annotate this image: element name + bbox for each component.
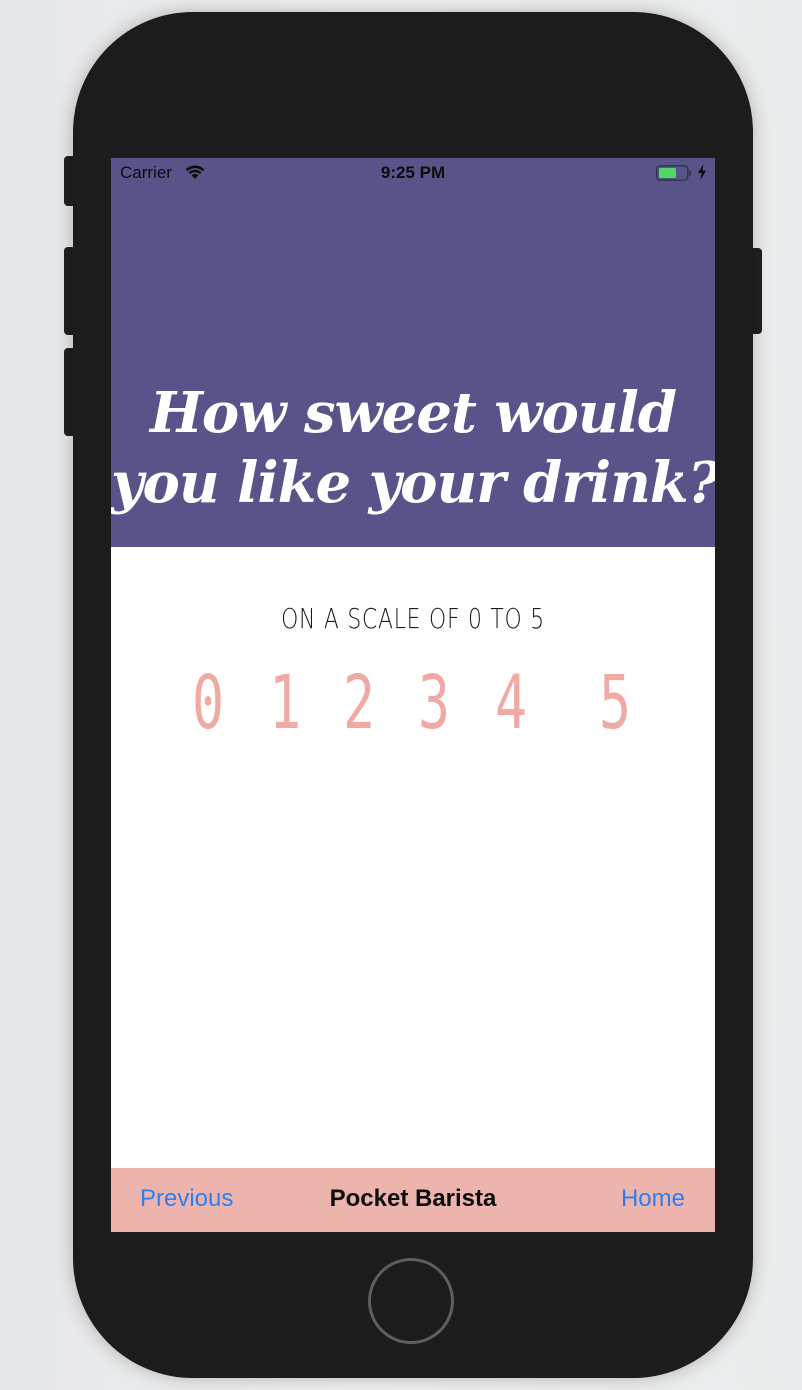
bottom-nav-bar: Previous Pocket Barista Home [111, 1168, 715, 1232]
scale-option-5[interactable]: 5 [593, 663, 636, 743]
scale-option-0[interactable]: 0 [186, 663, 229, 743]
charging-bolt-icon [698, 164, 706, 180]
scale-option-4[interactable]: 4 [489, 663, 532, 743]
device-home-button[interactable] [368, 1258, 454, 1344]
sweetness-scale: 0 1 2 3 4 5 [111, 663, 715, 743]
home-button-link[interactable]: Home [621, 1185, 685, 1213]
app-screen: Carrier 9:25 PM How sweet would you like… [111, 158, 715, 1232]
scale-option-1[interactable]: 1 [263, 663, 306, 743]
scale-caption: ON A SCALE OF 0 TO 5 [281, 602, 545, 635]
question-line-1: How sweet would [149, 380, 677, 446]
battery-icon [656, 165, 691, 181]
question-line-2: you like your drink? [111, 450, 715, 516]
scale-option-3[interactable]: 3 [412, 663, 455, 743]
question-header: Carrier 9:25 PM How sweet would you like… [111, 158, 715, 547]
scale-option-2[interactable]: 2 [337, 663, 380, 743]
status-bar: Carrier 9:25 PM [111, 158, 715, 188]
status-time: 9:25 PM [380, 163, 446, 182]
question-heading: How sweet would you like your drink? [111, 378, 715, 518]
